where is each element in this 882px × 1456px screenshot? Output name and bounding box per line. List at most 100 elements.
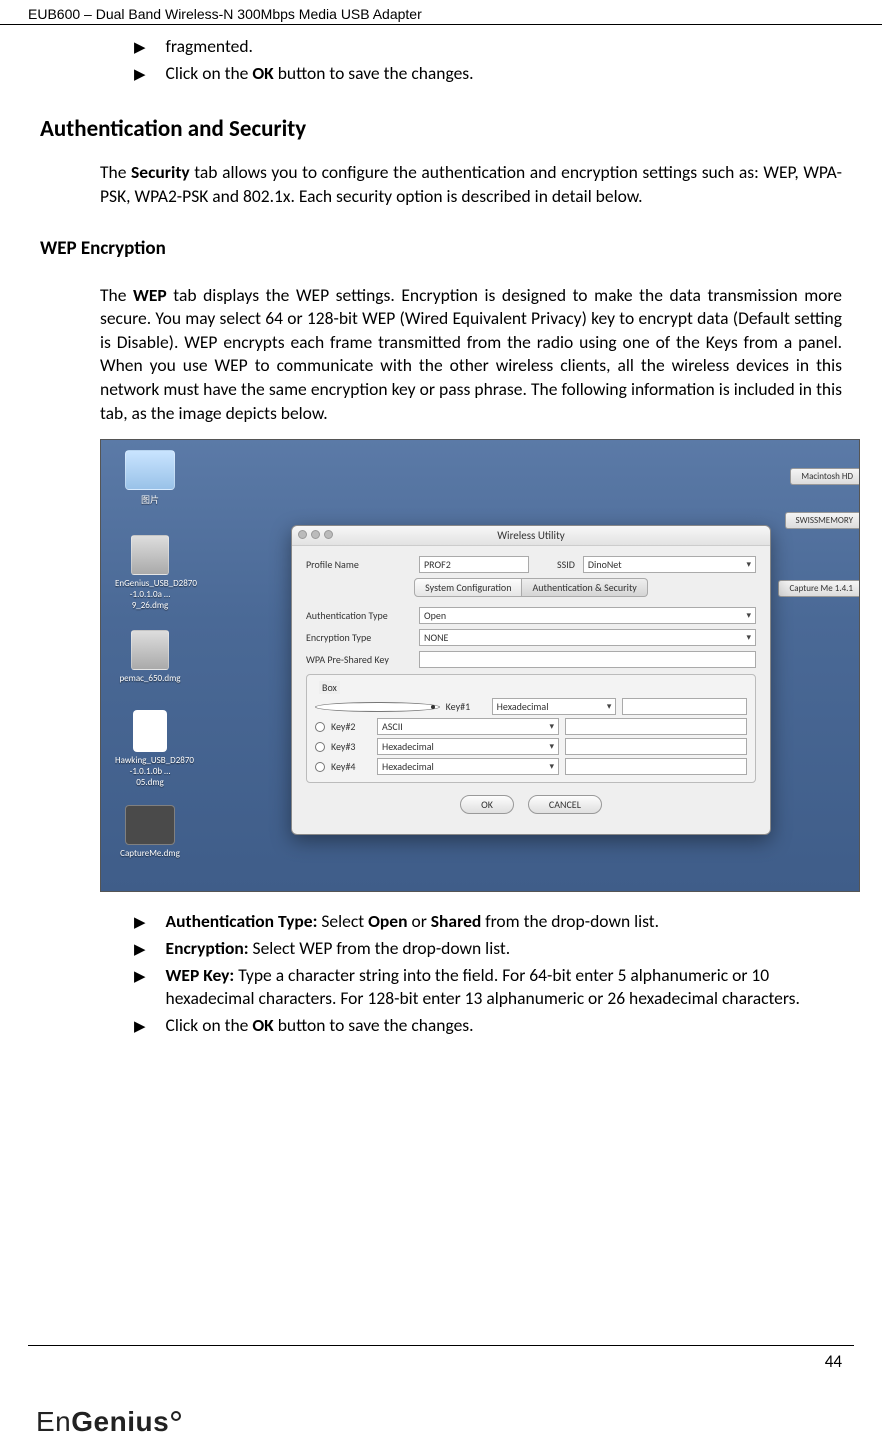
bullet-arrow-icon: ▶ bbox=[134, 913, 146, 933]
bullet-item: ▶ Click on the OK button to save the cha… bbox=[134, 62, 842, 86]
icon-label: pemac_650.dmg bbox=[115, 673, 185, 684]
encryption-row: Encryption Type NONE bbox=[306, 629, 756, 646]
bullet-text: fragmented. bbox=[166, 35, 842, 59]
key1-radio[interactable] bbox=[315, 702, 440, 712]
icon-label: EnGenius_USB_D2870 -1.0.1.0a … 9_26.dmg bbox=[115, 578, 185, 611]
encryption-select[interactable]: NONE bbox=[419, 629, 756, 646]
bullet-item: ▶ Click on the OK button to save the cha… bbox=[134, 1014, 842, 1038]
wireless-utility-dialog: Wireless Utility Profile Name PROF2 SSID… bbox=[291, 525, 771, 835]
minimize-icon[interactable] bbox=[311, 530, 320, 539]
dialog-title: Wireless Utility bbox=[292, 526, 770, 546]
key2-label: Key#2 bbox=[331, 720, 371, 733]
key-row-2: Key#2 ASCII bbox=[315, 718, 747, 735]
ssid-select[interactable]: DinoNet bbox=[583, 556, 756, 573]
bullet-arrow-icon: ▶ bbox=[134, 1017, 146, 1037]
cancel-button[interactable]: CANCEL bbox=[528, 795, 602, 814]
icon-label: CaptureMe.dmg bbox=[115, 848, 185, 859]
bottom-bullet-list: ▶ Authentication Type: Select Open or Sh… bbox=[134, 910, 842, 1037]
paragraph-wep-description: The WEP tab displays the WEP settings. E… bbox=[100, 284, 842, 426]
auth-type-label: Authentication Type bbox=[306, 609, 411, 622]
desktop-dmg-icon[interactable]: pemac_650.dmg bbox=[115, 630, 185, 684]
key1-format-select[interactable]: Hexadecimal bbox=[492, 698, 617, 715]
footer-rule bbox=[28, 1345, 854, 1346]
profile-name-label: Profile Name bbox=[306, 558, 411, 571]
desktop-dmg-icon[interactable]: CaptureMe.dmg bbox=[115, 805, 185, 859]
bullet-arrow-icon: ▶ bbox=[134, 940, 146, 960]
auth-type-select[interactable]: Open bbox=[419, 607, 756, 624]
dialog-body: Profile Name PROF2 SSID DinoNet System C… bbox=[292, 546, 770, 824]
bullet-text: WEP Key: Type a character string into th… bbox=[166, 964, 842, 1011]
profile-row: Profile Name PROF2 SSID DinoNet bbox=[306, 556, 756, 573]
logo-ring-icon bbox=[171, 1411, 181, 1421]
header-title: EUB600 – Dual Band Wireless-N 300Mbps Me… bbox=[28, 6, 422, 22]
drive-label[interactable]: Macintosh HD bbox=[790, 468, 859, 485]
key3-radio[interactable] bbox=[315, 742, 325, 752]
folder-icon bbox=[125, 450, 175, 490]
key1-label: Key#1 bbox=[446, 700, 486, 713]
desktop-file-icon[interactable]: Hawking_USB_D2870 -1.0.1.0b … 05.dmg bbox=[115, 710, 185, 788]
key4-label: Key#4 bbox=[331, 760, 371, 773]
bullet-text: Encryption: Select WEP from the drop-dow… bbox=[166, 937, 842, 961]
drive-label[interactable]: SWISSMEMORY bbox=[785, 512, 860, 529]
ssid-label: SSID bbox=[557, 558, 575, 571]
file-icon bbox=[133, 710, 167, 752]
app-icon bbox=[125, 805, 175, 845]
encryption-label: Encryption Type bbox=[306, 631, 411, 644]
bullet-item: ▶ Authentication Type: Select Open or Sh… bbox=[134, 910, 842, 934]
key-row-4: Key#4 Hexadecimal bbox=[315, 758, 747, 775]
desktop-dmg-icon[interactable]: EnGenius_USB_D2870 -1.0.1.0a … 9_26.dmg bbox=[115, 535, 185, 611]
page-content: ▶ fragmented. ▶ Click on the OK button t… bbox=[0, 25, 882, 1037]
icon-label: Hawking_USB_D2870 -1.0.1.0b … 05.dmg bbox=[115, 755, 185, 788]
key1-input[interactable] bbox=[622, 698, 747, 715]
key3-format-select[interactable]: Hexadecimal bbox=[377, 738, 559, 755]
screenshot-figure: 图片 EnGenius_USB_D2870 -1.0.1.0a … 9_26.d… bbox=[100, 439, 860, 892]
wpa-psk-input[interactable] bbox=[419, 651, 756, 668]
window-controls[interactable] bbox=[298, 530, 333, 539]
key4-input[interactable] bbox=[565, 758, 747, 775]
zoom-icon[interactable] bbox=[324, 530, 333, 539]
key3-input[interactable] bbox=[565, 738, 747, 755]
key2-input[interactable] bbox=[565, 718, 747, 735]
heading-authentication-security: Authentication and Security bbox=[40, 115, 842, 143]
disk-icon bbox=[131, 630, 169, 670]
key2-radio[interactable] bbox=[315, 722, 325, 732]
bullet-text: Authentication Type: Select Open or Shar… bbox=[166, 910, 842, 934]
bullet-arrow-icon: ▶ bbox=[134, 967, 146, 987]
bullet-item: ▶ Encryption: Select WEP from the drop-d… bbox=[134, 937, 842, 961]
key2-format-select[interactable]: ASCII bbox=[377, 718, 559, 735]
key-group: Box Key#1 Hexadecimal Key#2 ASCII bbox=[306, 674, 756, 783]
key3-label: Key#3 bbox=[331, 740, 371, 753]
drive-label[interactable]: Capture Me 1.4.1 bbox=[778, 580, 859, 597]
tab-system-configuration[interactable]: System Configuration bbox=[414, 578, 522, 597]
engenius-logo: EnGenius bbox=[36, 1406, 181, 1438]
key4-radio[interactable] bbox=[315, 762, 325, 772]
bullet-arrow-icon: ▶ bbox=[134, 38, 146, 58]
key4-format-select[interactable]: Hexadecimal bbox=[377, 758, 559, 775]
profile-name-input[interactable]: PROF2 bbox=[419, 556, 529, 573]
auth-type-row: Authentication Type Open bbox=[306, 607, 756, 624]
bullet-text: Click on the OK button to save the chang… bbox=[166, 1014, 842, 1038]
heading-wep-encryption: WEP Encryption bbox=[40, 237, 842, 260]
wpa-row: WPA Pre-Shared Key bbox=[306, 651, 756, 668]
close-icon[interactable] bbox=[298, 530, 307, 539]
paragraph-security-intro: The Security tab allows you to configure… bbox=[100, 161, 842, 208]
page-number: 44 bbox=[825, 1351, 842, 1372]
desktop-folder-icon[interactable]: 图片 bbox=[115, 450, 185, 506]
bullet-item: ▶ fragmented. bbox=[134, 35, 842, 59]
ok-button[interactable]: OK bbox=[460, 795, 514, 814]
page-header: EUB600 – Dual Band Wireless-N 300Mbps Me… bbox=[0, 0, 882, 25]
bullet-item: ▶ WEP Key: Type a character string into … bbox=[134, 964, 842, 1011]
dialog-tabs: System Configuration Authentication & Se… bbox=[306, 578, 756, 597]
disk-icon bbox=[131, 535, 169, 575]
dialog-buttons: OK CANCEL bbox=[306, 795, 756, 814]
logo-suffix: Genius bbox=[71, 1406, 169, 1437]
icon-label: 图片 bbox=[115, 493, 185, 506]
top-bullet-list: ▶ fragmented. ▶ Click on the OK button t… bbox=[134, 35, 842, 85]
logo-prefix: En bbox=[36, 1406, 71, 1437]
wpa-psk-label: WPA Pre-Shared Key bbox=[306, 653, 411, 666]
key-row-1: Key#1 Hexadecimal bbox=[315, 698, 747, 715]
key-row-3: Key#3 Hexadecimal bbox=[315, 738, 747, 755]
group-legend: Box bbox=[319, 681, 340, 694]
bullet-text: Click on the OK button to save the chang… bbox=[166, 62, 842, 86]
tab-authentication-security[interactable]: Authentication & Security bbox=[522, 578, 647, 597]
